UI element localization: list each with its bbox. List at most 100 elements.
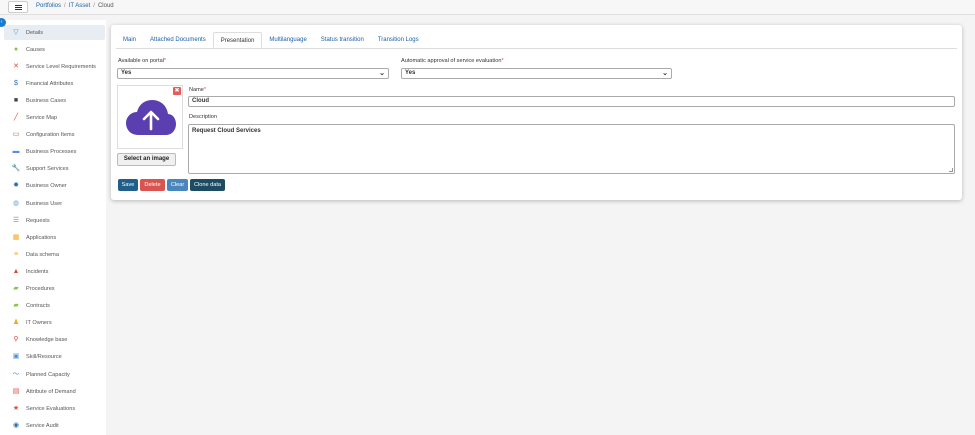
toolbox-icon: ▬ <box>12 148 20 156</box>
sidebar-item-label: Service Audit <box>26 422 59 429</box>
filter-icon: ▽ <box>13 28 19 36</box>
sidebar-item-label: Knowledge base <box>26 337 68 344</box>
pin-icon: ⚲ <box>13 336 19 344</box>
sidebar-item-business-processes[interactable]: ▬ Business Processes <box>4 145 105 160</box>
tab-presentation[interactable]: Presentation <box>212 32 263 48</box>
breadcrumb-current: Cloud <box>97 3 114 9</box>
sidebar-item-label: Procedures <box>26 286 55 292</box>
sidebar-item-financial-attributes[interactable]: $ Financial Attributes <box>4 76 105 91</box>
tab-multilanguage[interactable]: Multilanguage <box>262 32 313 48</box>
sidebar-item-label: Skill/Resource <box>26 354 62 361</box>
menu-toggle-button[interactable] <box>8 1 28 13</box>
sidebar-item-label: Details <box>26 29 44 36</box>
folder-icon: ▰ <box>13 302 19 310</box>
tab-status-transition[interactable]: Status transition <box>314 32 371 48</box>
breadcrumb-portfolios-link[interactable]: Portfolios <box>36 3 61 9</box>
chevron-down-icon: ⌄ <box>662 70 668 77</box>
chevron-down-icon: ⌄ <box>379 70 385 77</box>
sidebar-item-label: Incidents <box>26 268 49 275</box>
clear-button[interactable]: Clear <box>167 179 188 191</box>
breadcrumb: Portfolios / IT Asset / Cloud <box>36 3 114 9</box>
sidebar-item-label: Service Evaluations <box>26 405 76 412</box>
top-bar: Portfolios / IT Asset / Cloud <box>0 0 975 15</box>
hamburger-icon <box>15 5 22 6</box>
sidebar-item-data-schema[interactable]: ≡ Data schema <box>4 247 105 262</box>
table-icon: ▤ <box>12 387 20 395</box>
name-input[interactable]: Cloud <box>188 96 955 107</box>
details-card: Main Attached Documents Presentation Multil… <box>111 25 962 200</box>
procedures-icon: ▰ <box>13 285 19 292</box>
tab-transition-logs[interactable]: Transition Logs <box>371 32 426 48</box>
list-lines-icon: ≡ <box>13 250 19 258</box>
list-icon: ☰ <box>12 216 20 224</box>
sidebar-item-business-cases[interactable]: ■ Business Cases <box>4 93 105 108</box>
sidebar-item-requests[interactable]: ☰ Requests <box>4 213 105 228</box>
globe-icon: ◍ <box>12 199 20 207</box>
sidebar-item-configuration-items[interactable]: ▭ Configuration Items <box>4 128 105 143</box>
sidebar-item-service-evaluations[interactable]: ★ Service Evaluations <box>4 401 105 416</box>
sidebar-item-label: Business Cases <box>26 97 67 104</box>
gear-icon: ✹ <box>13 182 19 190</box>
warning-icon: ▲ <box>12 267 20 275</box>
sidebar-item-planned-capacity[interactable]: 〜 Planned Capacity <box>4 367 105 382</box>
remove-image-button[interactable]: ✖ <box>173 87 181 95</box>
sidebar-item-label: Applications <box>26 234 57 241</box>
star-icon: ★ <box>12 404 20 412</box>
sidebar-item-label: Business Owner <box>26 183 67 190</box>
tab-attached-documents[interactable]: Attached Documents <box>143 32 213 48</box>
delete-button[interactable]: Delete <box>140 179 165 191</box>
save-button[interactable]: Save <box>118 179 138 191</box>
users-icon: ♟ <box>12 319 20 327</box>
sidebar-item-service-level-requirements[interactable]: ✕ Service Level Requirements <box>4 59 105 74</box>
portal-select[interactable]: Yes ⌄ <box>117 68 389 79</box>
chart-line-icon: 〜 <box>12 370 20 378</box>
sidebar-item-label: Requests <box>26 217 50 224</box>
sidebar-item-attribute-of-demand[interactable]: ▤ Attribute of Demand <box>4 384 105 399</box>
monitor-icon: ▭ <box>12 131 20 139</box>
cloud-upload-icon <box>126 100 176 135</box>
sidebar-item-label: Data schema <box>26 251 59 258</box>
tab-bar: Main Attached Documents Presentation Multil… <box>116 32 426 48</box>
sidebar-item-causes[interactable]: ● Causes <box>4 42 105 57</box>
sidebar-item-service-audit[interactable]: ◉ Service Audit <box>4 418 105 433</box>
sidebar-item-business-user[interactable]: ◍ Business User <box>4 196 105 211</box>
sidebar-item-label: Attribute of Demand <box>26 388 76 395</box>
tab-main[interactable]: Main <box>116 32 143 48</box>
sidebar-item-label: Financial Attributes <box>26 80 74 87</box>
sidebar: ▽ Details ● Causes ✕ Service Level Requiremen… <box>0 20 106 435</box>
sidebar-item-contracts[interactable]: ▰ Contracts <box>4 299 105 314</box>
description-label: Description <box>189 114 217 120</box>
sidebar-item-service-map[interactable]: ╱ Service Map <box>4 111 105 126</box>
sidebar-item-business-owner[interactable]: ✹ Business Owner <box>4 179 105 194</box>
sidebar-item-label: Business Processes <box>26 149 77 156</box>
description-textarea[interactable]: Request Cloud Services <box>188 124 955 174</box>
sidebar-item-label: Service Level Requirements <box>26 63 96 70</box>
sidebar-item-label: Support Services <box>26 166 69 173</box>
name-label: Name* <box>189 87 207 93</box>
auto-approval-select[interactable]: Yes ⌄ <box>401 68 672 79</box>
sidebar-item-label: Configuration Items <box>26 132 75 139</box>
dollar-icon: $ <box>14 79 18 87</box>
sidebar-item-incidents[interactable]: ▲ Incidents <box>4 264 105 279</box>
image-preview: ✖ <box>117 85 183 149</box>
sidebar-item-label: IT Owners <box>26 320 52 327</box>
sidebar-item-applications[interactable]: ▦ Applications <box>4 230 105 245</box>
sidebar-item-it-owners[interactable]: ♟ IT Owners <box>4 316 105 331</box>
sidebar-item-details[interactable]: ▽ Details <box>4 25 105 40</box>
grid-icon: ▦ <box>12 233 20 241</box>
briefcase-icon: ■ <box>13 96 19 104</box>
tools-icon: ✕ <box>13 62 19 70</box>
sidebar-item-support-services[interactable]: 🔧 Support Services <box>4 162 105 177</box>
causes-icon: ● <box>13 45 19 53</box>
sidebar-item-skill-resource[interactable]: ▣ Skill/Resource <box>4 350 105 365</box>
breadcrumb-it-asset-link[interactable]: IT Asset <box>69 3 91 9</box>
sidebar-item-procedures[interactable]: ▰ Procedures <box>4 282 105 297</box>
select-image-button[interactable]: Select an image <box>117 153 176 166</box>
eye-icon: ◉ <box>12 421 20 429</box>
sidebar-item-label: Contracts <box>26 303 50 310</box>
clone-data-button[interactable]: Clone data <box>190 179 225 191</box>
pencil-icon: ╱ <box>13 114 19 121</box>
resize-handle[interactable] <box>949 168 953 172</box>
wrench-icon: 🔧 <box>11 165 21 173</box>
sidebar-item-knowledge-base[interactable]: ⚲ Knowledge base <box>4 333 105 348</box>
